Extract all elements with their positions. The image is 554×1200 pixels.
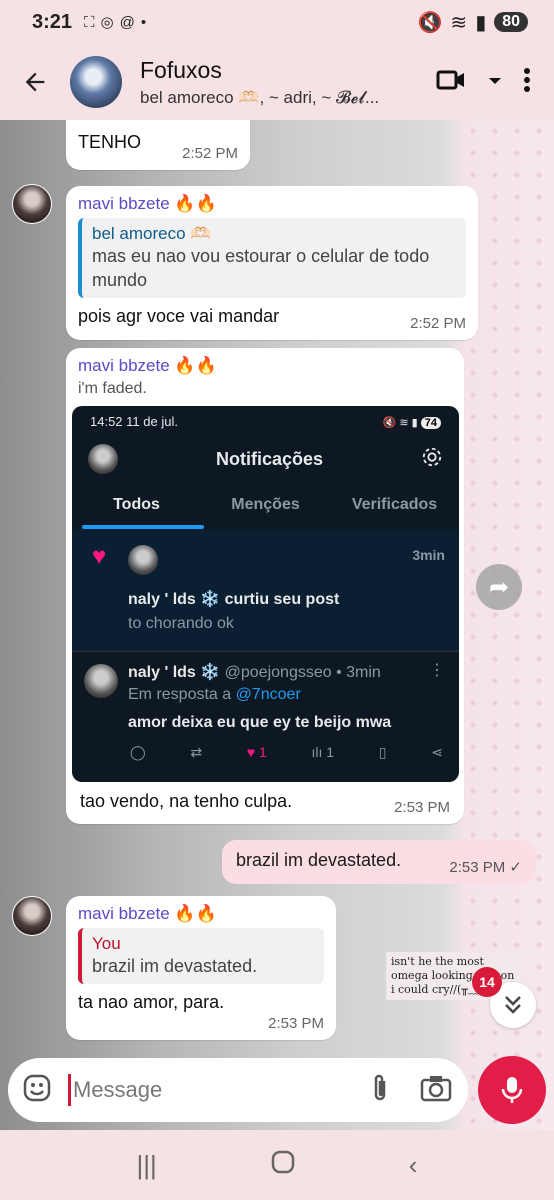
embedded-post-text: amor deixa eu que ey te beijo mwa — [128, 714, 392, 731]
embedded-avatar — [88, 444, 118, 474]
embedded-notif-line: naly ' lds ❄️ curtiu seu post — [128, 591, 340, 608]
sender-name[interactable]: mavi bbzete 🔥🔥 — [78, 904, 324, 924]
chat-header: Fofuxos bel amoreco 🫶🏻, ~ adri, ~ 𝓑𝓮𝓵... — [0, 44, 554, 120]
embedded-post-handle: @poejongsseo • 3min — [224, 664, 381, 681]
message-text: brazil im devastated. — [236, 850, 402, 870]
embedded-reply-handle: @7ncoer — [235, 686, 301, 703]
embedded-title: Notificações — [215, 448, 324, 469]
status-time: 3:21 — [32, 10, 73, 33]
embedded-battery: 74 — [420, 417, 441, 429]
quoted-reply[interactable]: You brazil im devastated. — [78, 928, 324, 984]
message-input-bar — [8, 1058, 468, 1122]
quoted-reply[interactable]: bel amoreco 🫶🏻 mas eu nao vou estourar o… — [78, 218, 466, 298]
embedded-notif-time: 3min — [412, 547, 445, 563]
group-members: bel amoreco 🫶🏻, ~ adri, ~ 𝓑𝓮𝓵... — [140, 87, 380, 107]
mic-icon[interactable] — [478, 1056, 546, 1124]
share-icon: ⋖ — [431, 744, 443, 760]
views-count: 1 — [326, 744, 335, 760]
message-bubble[interactable]: TENHO 2:52 PM — [66, 120, 250, 170]
embedded-tabs: Todos Menções Verificados — [72, 481, 459, 529]
quoted-sender: You — [92, 934, 121, 953]
screenshot-icon: ⛶ — [84, 13, 95, 31]
gear-icon — [421, 446, 443, 473]
embedded-reply-post: naly ' lds ❄️ @poejongsseo • 3min ⋮ Em r… — [72, 652, 459, 762]
whatsapp-icon: ◎ — [100, 14, 114, 31]
message-text: ta nao amor, para. — [78, 992, 225, 1012]
embedded-status-bar: 14:52 11 de jul. 🔇 ≋ ▮ 74 — [72, 406, 459, 437]
views-icon: ılı — [311, 744, 323, 760]
embedded-post-actions: ◯ ⇄ ♥ 1 ılı 1 ▯ ⋖ — [130, 744, 443, 761]
embedded-notification: ♥ 3min naly ' lds ❄️ curtiu seu post to … — [72, 529, 459, 651]
recents-icon[interactable]: ||| — [137, 1150, 157, 1181]
group-info[interactable]: Fofuxos bel amoreco 🫶🏻, ~ adri, ~ 𝓑𝓮𝓵... — [140, 57, 390, 108]
message-bubble[interactable]: mavi bbzete 🔥🔥 bel amoreco 🫶🏻 mas eu nao… — [66, 186, 478, 340]
message-bubble[interactable]: mavi bbzete 🔥🔥 You brazil im devastated.… — [66, 896, 336, 1040]
more-vert-icon[interactable] — [524, 67, 530, 97]
dot-icon: • — [140, 13, 147, 31]
embedded-avatar — [84, 664, 118, 698]
system-nav-bar: ||| ‹ — [0, 1130, 554, 1200]
embedded-status-icons: 🔇 ≋ ▮ — [382, 417, 421, 429]
embedded-reply-prefix: Em resposta a — [128, 686, 236, 703]
forward-caption: i'm faded. — [78, 380, 147, 397]
embedded-time: 14:52 11 de jul. — [90, 414, 178, 429]
heart-icon: ♥ — [92, 543, 107, 570]
paperclip-icon[interactable] — [370, 1073, 390, 1108]
home-icon[interactable] — [270, 1149, 296, 1182]
embedded-notif-post: to chorando ok — [128, 615, 234, 632]
threads-icon: @ — [119, 13, 135, 31]
more-horiz-icon: ⋮ — [429, 662, 445, 679]
like-count: 1 — [259, 744, 267, 760]
back-nav-icon[interactable]: ‹ — [409, 1150, 418, 1181]
comment-icon: ◯ — [130, 744, 146, 760]
unread-badge: 14 — [472, 967, 502, 997]
sender-name[interactable]: mavi bbzete 🔥🔥 — [78, 356, 452, 376]
message-time: 2:52 PM — [182, 145, 238, 162]
battery-indicator: 80 — [494, 12, 528, 32]
retweet-icon: ⇄ — [190, 744, 203, 760]
group-avatar[interactable] — [70, 56, 122, 108]
forward-icon[interactable]: ➦ — [476, 564, 522, 610]
quoted-text: mas eu nao vou estourar o celular de tod… — [92, 246, 430, 290]
embedded-tab: Menções — [231, 496, 300, 513]
avatar[interactable] — [12, 896, 52, 936]
mute-icon: 🔇 — [417, 11, 443, 34]
embedded-tab: Verificados — [351, 496, 438, 513]
like-icon: ♥ — [246, 744, 256, 760]
emoji-icon[interactable] — [22, 1073, 52, 1108]
message-time: 2:52 PM — [410, 315, 466, 332]
embedded-avatar — [128, 545, 158, 575]
quoted-text: brazil im devastated. — [92, 956, 258, 976]
bookmark-icon: ▯ — [378, 744, 387, 760]
avatar[interactable] — [12, 184, 52, 224]
message-text: tao vendo, na tenho culpa. — [80, 791, 293, 811]
quoted-sender: bel amoreco 🫶🏻 — [92, 224, 212, 243]
wifi-icon: ≋ — [450, 11, 468, 34]
group-title: Fofuxos — [140, 56, 222, 83]
message-time: 2:53 PM ✓ — [449, 859, 522, 876]
signal-icon: ▮ — [475, 11, 487, 34]
camera-icon[interactable] — [420, 1074, 452, 1107]
video-call-icon[interactable] — [436, 68, 466, 97]
status-bar: 3:21 ⛶ ◎ @ • 🔇 ≋ ▮ 80 — [0, 0, 554, 44]
embedded-screenshot[interactable]: 14:52 11 de jul. 🔇 ≋ ▮ 74 Notificações T… — [72, 406, 459, 782]
message-input[interactable] — [68, 1074, 370, 1106]
message-text: pois agr voce vai mandar — [78, 306, 280, 326]
message-time: 2:53 PM — [394, 799, 450, 816]
message-time: 2:53 PM — [268, 1015, 324, 1032]
message-bubble-outgoing[interactable]: brazil im devastated. 2:53 PM ✓ — [222, 840, 536, 884]
embedded-tab: Todos — [113, 496, 160, 513]
sender-name[interactable]: mavi bbzete 🔥🔥 — [78, 194, 466, 214]
chevron-down-icon[interactable] — [488, 73, 502, 91]
notification-icons: ⛶ ◎ @ • — [84, 13, 147, 32]
message-text: TENHO — [78, 132, 141, 152]
arrow-left-icon[interactable] — [0, 68, 70, 96]
embedded-post-name: naly ' lds ❄️ — [128, 664, 221, 681]
